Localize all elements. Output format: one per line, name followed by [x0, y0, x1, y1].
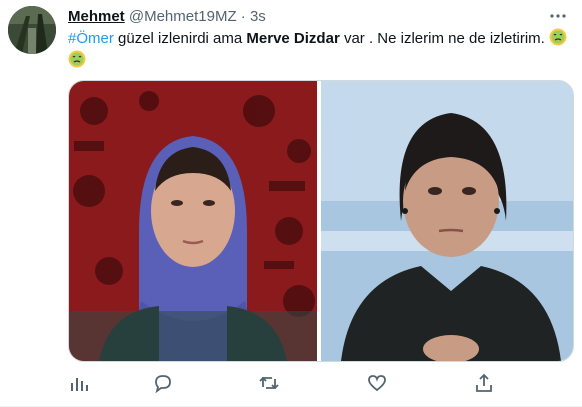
tweet-text: #Ömer güzel izlenirdi ama Merve Dizdar v…: [68, 28, 568, 72]
analytics-icon[interactable]: [68, 372, 90, 394]
text-segment: güzel izlenirdi ama: [113, 30, 247, 47]
hashtag-link[interactable]: #Ömer: [68, 30, 114, 47]
retweet-icon[interactable]: [258, 372, 280, 394]
more-options-icon[interactable]: [548, 6, 568, 26]
like-icon[interactable]: [366, 372, 388, 394]
nauseated-face-emoji: [68, 50, 86, 68]
text-segment: var . Ne izlerim ne de izletirim.: [339, 30, 549, 47]
avatar[interactable]: [8, 6, 56, 54]
separator-dot: ·: [240, 8, 246, 25]
bold-name: Merve Dizdar: [246, 30, 340, 47]
tweet-header: Mehmet @Mehmet19MZ · 3s: [68, 7, 266, 27]
author-name[interactable]: Mehmet: [68, 8, 125, 25]
media-photo-left[interactable]: [69, 81, 317, 361]
share-icon[interactable]: [473, 372, 495, 394]
media-photo-right[interactable]: [321, 81, 573, 361]
author-handle[interactable]: @Mehmet19MZ: [129, 8, 237, 25]
nauseated-face-emoji: [549, 28, 567, 46]
media-grid[interactable]: [68, 80, 574, 362]
tweet[interactable]: Mehmet @Mehmet19MZ · 3s #Ömer güzel izle…: [0, 0, 582, 407]
timestamp[interactable]: 3s: [250, 8, 266, 25]
tweet-actions: [68, 372, 508, 394]
reply-icon[interactable]: [152, 372, 174, 394]
